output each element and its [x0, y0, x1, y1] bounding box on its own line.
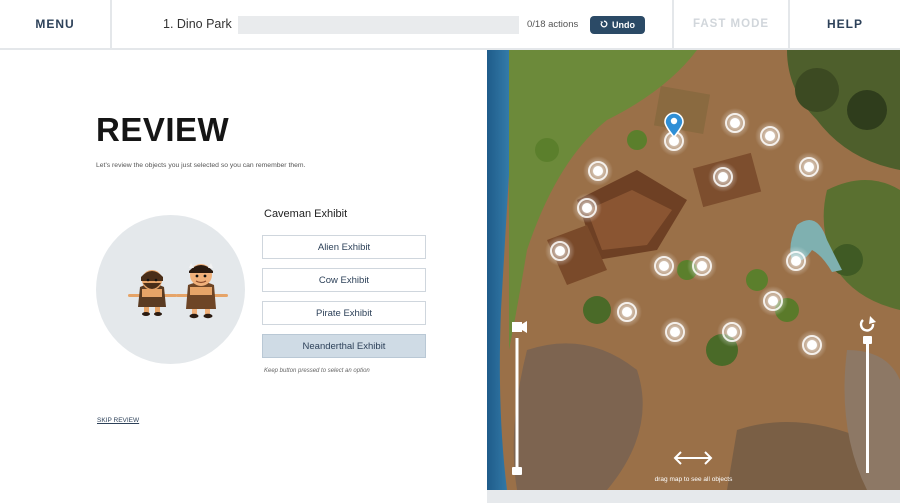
- map-canvas: [487, 50, 900, 490]
- level-title: 1. Dino Park: [163, 17, 232, 31]
- object-marker[interactable]: [717, 317, 747, 347]
- cavemen-illustration: [128, 263, 228, 319]
- option-cow-exhibit[interactable]: Cow Exhibit: [262, 268, 426, 292]
- actions-count: 0/18 actions: [527, 19, 579, 30]
- camera-icon: [512, 321, 527, 333]
- help-button[interactable]: HELP: [788, 0, 900, 48]
- object-marker[interactable]: [708, 162, 738, 192]
- rotate-slider-handle: [863, 336, 872, 344]
- object-marker[interactable]: [758, 286, 788, 316]
- undo-button[interactable]: Undo: [590, 16, 645, 34]
- object-marker[interactable]: [583, 156, 613, 186]
- option-pirate-exhibit[interactable]: Pirate Exhibit: [262, 301, 426, 325]
- object-marker[interactable]: [660, 317, 690, 347]
- object-marker[interactable]: [797, 330, 827, 360]
- progress-bar: [238, 16, 519, 34]
- object-marker[interactable]: [720, 108, 750, 138]
- drag-hint: drag map to see all objects: [654, 476, 733, 483]
- camera-slider-handle: [512, 467, 522, 475]
- option-neanderthal-exhibit[interactable]: Neanderthal Exhibit: [262, 334, 426, 358]
- park-map[interactable]: drag map to see all objects: [487, 50, 900, 503]
- undo-icon: [600, 20, 608, 30]
- page-title: REVIEW: [96, 111, 230, 148]
- option-hint: Keep button pressed to select an option: [264, 368, 370, 374]
- skip-review-link[interactable]: SKIP REVIEW: [97, 417, 139, 424]
- object-marker[interactable]: [612, 297, 642, 327]
- top-bar: MENU 1. Dino Park 0/18 actions Undo FAST…: [0, 0, 900, 50]
- review-subtitle: Let's review the objects you just select…: [96, 162, 306, 169]
- map-bottom-bar: [487, 490, 900, 503]
- fast-mode-button[interactable]: FAST MODE: [672, 0, 788, 48]
- object-marker[interactable]: [781, 246, 811, 276]
- object-portrait: [96, 215, 245, 364]
- menu-button[interactable]: MENU: [0, 0, 112, 48]
- object-marker[interactable]: [545, 236, 575, 266]
- object-marker[interactable]: [649, 251, 679, 281]
- undo-label: Undo: [612, 20, 635, 30]
- object-marker[interactable]: [755, 121, 785, 151]
- object-marker[interactable]: [687, 251, 717, 281]
- object-marker[interactable]: [794, 152, 824, 182]
- question-label: Caveman Exhibit: [264, 208, 348, 220]
- option-alien-exhibit[interactable]: Alien Exhibit: [262, 235, 426, 259]
- object-marker[interactable]: [572, 193, 602, 223]
